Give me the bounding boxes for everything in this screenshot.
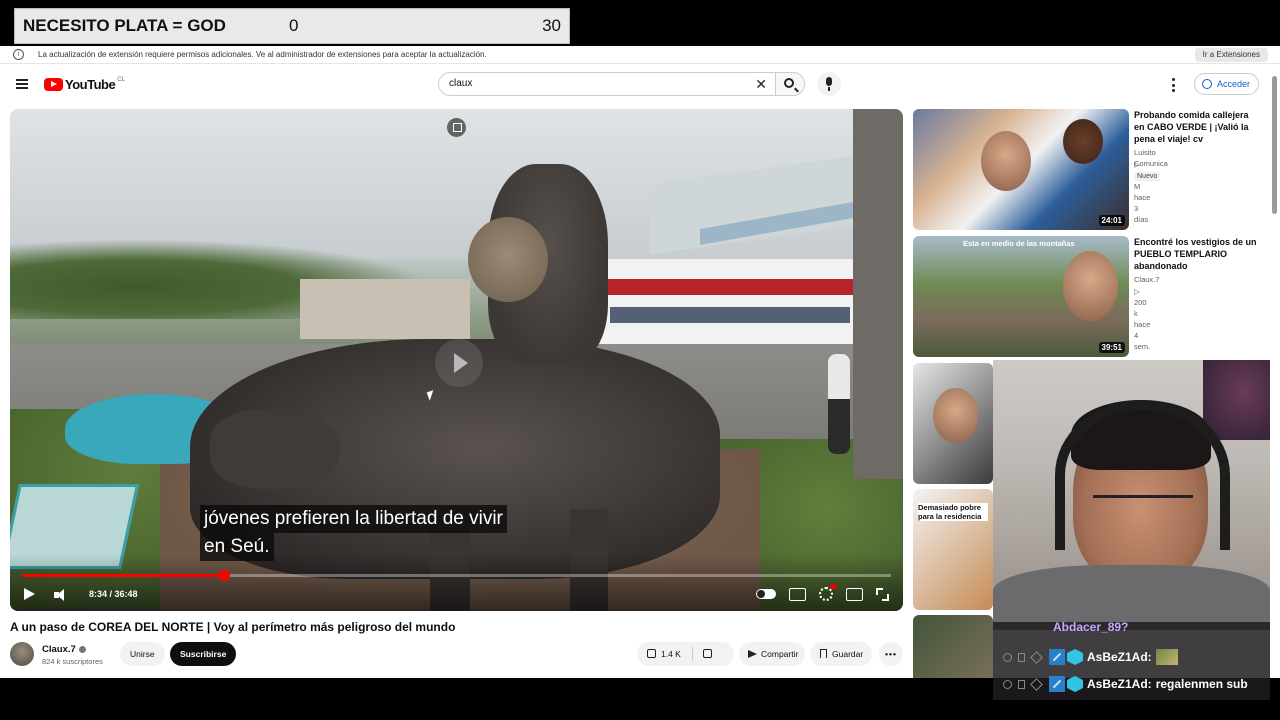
recommendation-title[interactable]: Encontré los vestigios de un PUEBLO TEMP… xyxy=(1134,236,1260,272)
timeout-icon[interactable] xyxy=(1030,677,1043,691)
stream-screen: NECESITO PLATA = GOD 0 30 i La actualiza… xyxy=(0,0,1280,720)
donation-goal-bar: NECESITO PLATA = GOD 0 30 xyxy=(14,8,570,44)
youtube-logo[interactable]: YouTube CL xyxy=(44,77,125,92)
stream-chat-overlay: Abdacer_89? AsBeZ1Ad: AsBeZ1Ad: regalenm… xyxy=(993,620,1270,700)
delete-icon[interactable] xyxy=(1018,679,1025,689)
prediction-badge-icon xyxy=(1049,676,1065,692)
progress-played xyxy=(22,574,225,577)
verified-icon xyxy=(78,645,86,653)
recommendation-thumbnail[interactable] xyxy=(913,615,993,678)
subscriber-count: 824 k suscriptores xyxy=(42,657,103,666)
youtube-play-logo-icon xyxy=(44,78,63,91)
gem-badge-icon xyxy=(1067,649,1083,665)
chat-emote-icon xyxy=(1155,649,1178,665)
like-icon[interactable] xyxy=(647,649,656,658)
share-button[interactable]: Compartir xyxy=(739,642,805,666)
autoplay-toggle[interactable] xyxy=(756,589,776,599)
search-icon xyxy=(784,78,794,88)
go-to-extensions-button[interactable]: Ir a Extensiones xyxy=(1194,48,1268,62)
time-display: 8:34 / 36:48 xyxy=(89,589,138,599)
dislike-icon[interactable] xyxy=(703,649,712,658)
save-button[interactable]: Guardar xyxy=(810,642,872,666)
chat-message: AsBeZ1Ad: regalenmen sub xyxy=(1003,674,1248,694)
mod-ban-icon[interactable] xyxy=(1003,679,1012,689)
info-icon: i xyxy=(13,49,24,60)
captions: jóvenes prefieren la libertad de vivir e… xyxy=(200,505,507,561)
streamer-webcam xyxy=(993,360,1270,630)
timeout-icon[interactable] xyxy=(1030,650,1043,664)
fullscreen-icon[interactable] xyxy=(876,587,889,601)
extension-notice-bar: i La actualización de extensión requiere… xyxy=(0,46,1280,64)
settings-more-icon[interactable] xyxy=(1172,78,1176,92)
hamburger-menu-icon[interactable] xyxy=(16,79,28,89)
like-dislike-pill: 1.4 K xyxy=(637,642,734,666)
player-controls: 8:34 / 36:48 xyxy=(10,554,903,611)
channel-avatar[interactable] xyxy=(10,642,34,666)
prediction-badge-icon xyxy=(1049,649,1065,665)
recommendation-title[interactable]: Probando comida callejera en CABO VERDE … xyxy=(1134,109,1260,145)
recommendation-thumbnail[interactable]: Demasiado pobre para la residencia xyxy=(913,489,993,610)
join-button[interactable]: Unirse xyxy=(120,642,165,666)
delete-icon[interactable] xyxy=(1018,652,1025,662)
recommendation-channel[interactable]: Claux.7 xyxy=(1134,274,1159,285)
sign-in-button[interactable]: Acceder xyxy=(1194,73,1260,95)
channel-name[interactable]: Claux.7 xyxy=(42,644,86,655)
progress-scrubber[interactable] xyxy=(219,570,231,581)
chat-message: AsBeZ1Ad: xyxy=(1003,647,1178,667)
extension-notice-text: La actualización de extensión requiere p… xyxy=(38,50,487,59)
progress-bar[interactable] xyxy=(22,570,891,581)
new-badge: Nuevo xyxy=(1134,172,1161,181)
goal-target: 30 xyxy=(542,16,561,35)
bookmark-icon xyxy=(820,649,827,658)
clear-search-icon[interactable]: ✕ xyxy=(755,76,767,93)
play-icon[interactable] xyxy=(24,588,35,600)
search-button[interactable] xyxy=(775,72,805,96)
video-title: A un paso de COREA DEL NORTE | Voy al pe… xyxy=(10,620,456,634)
logo-text: YouTube xyxy=(65,77,116,92)
scrollbar-thumb[interactable] xyxy=(1272,76,1277,214)
mod-ban-icon[interactable] xyxy=(1003,652,1012,662)
sign-in-label: Acceder xyxy=(1217,79,1251,89)
search-query-text: claux xyxy=(449,78,473,89)
video-duration: 24:01 xyxy=(1098,215,1125,226)
headset-icon xyxy=(1055,400,1230,550)
chat-username: AsBeZ1Ad: xyxy=(1087,650,1152,664)
page-scrollbar[interactable] xyxy=(1271,66,1278,678)
like-count[interactable]: 1.4 K xyxy=(661,642,681,666)
volume-icon[interactable] xyxy=(54,589,68,601)
subscribe-button[interactable]: Suscribirse xyxy=(170,642,237,666)
miniplayer-copy-icon[interactable] xyxy=(447,118,466,137)
thumbnail-text: Demasiado pobre para la residencia xyxy=(918,503,988,521)
settings-gear-icon[interactable] xyxy=(819,584,837,601)
voice-search-button[interactable] xyxy=(817,72,841,96)
thumbnail-text: Esta en medio de las montañas xyxy=(963,239,1075,248)
recommendation-meta: ▷ 5.4 M hace 3 días xyxy=(1134,160,1151,224)
more-actions-button[interactable]: ••• xyxy=(879,642,903,666)
goal-current: 0 xyxy=(289,16,299,35)
center-play-icon[interactable] xyxy=(435,339,483,387)
video-duration: 39:51 xyxy=(1098,342,1125,353)
video-player[interactable]: jóvenes prefieren la libertad de vivir e… xyxy=(10,109,903,611)
share-icon xyxy=(748,650,757,658)
recommendation-thumbnail[interactable]: 24:01 xyxy=(913,109,1129,230)
caption-line-1: jóvenes prefieren la libertad de vivir xyxy=(200,505,507,533)
theater-mode-icon[interactable] xyxy=(846,587,863,601)
search-input[interactable]: claux ✕ xyxy=(438,72,775,96)
recommendation-meta: ▷ 200 k hace 4 sem. xyxy=(1134,287,1151,351)
gem-badge-icon xyxy=(1067,676,1083,692)
chat-text: regalenmen sub xyxy=(1155,677,1248,691)
recommendation-thumbnail[interactable]: Esta en medio de las montañas 39:51 xyxy=(913,236,1129,357)
account-icon xyxy=(1202,79,1212,89)
player-right-controls xyxy=(756,584,889,601)
chat-partial-username: Abdacer_89? xyxy=(1053,620,1129,634)
masthead: YouTube CL claux ✕ Acceder xyxy=(0,66,1280,106)
channel-row: Claux.7 824 k suscriptores Unirse Suscri… xyxy=(10,640,903,672)
recommendation-thumbnail[interactable] xyxy=(913,363,993,484)
logo-country-code: CL xyxy=(117,76,125,83)
chat-username: AsBeZ1Ad: xyxy=(1087,677,1152,691)
subtitles-icon[interactable] xyxy=(789,587,806,601)
goal-title: NECESITO PLATA = GOD xyxy=(23,16,226,35)
